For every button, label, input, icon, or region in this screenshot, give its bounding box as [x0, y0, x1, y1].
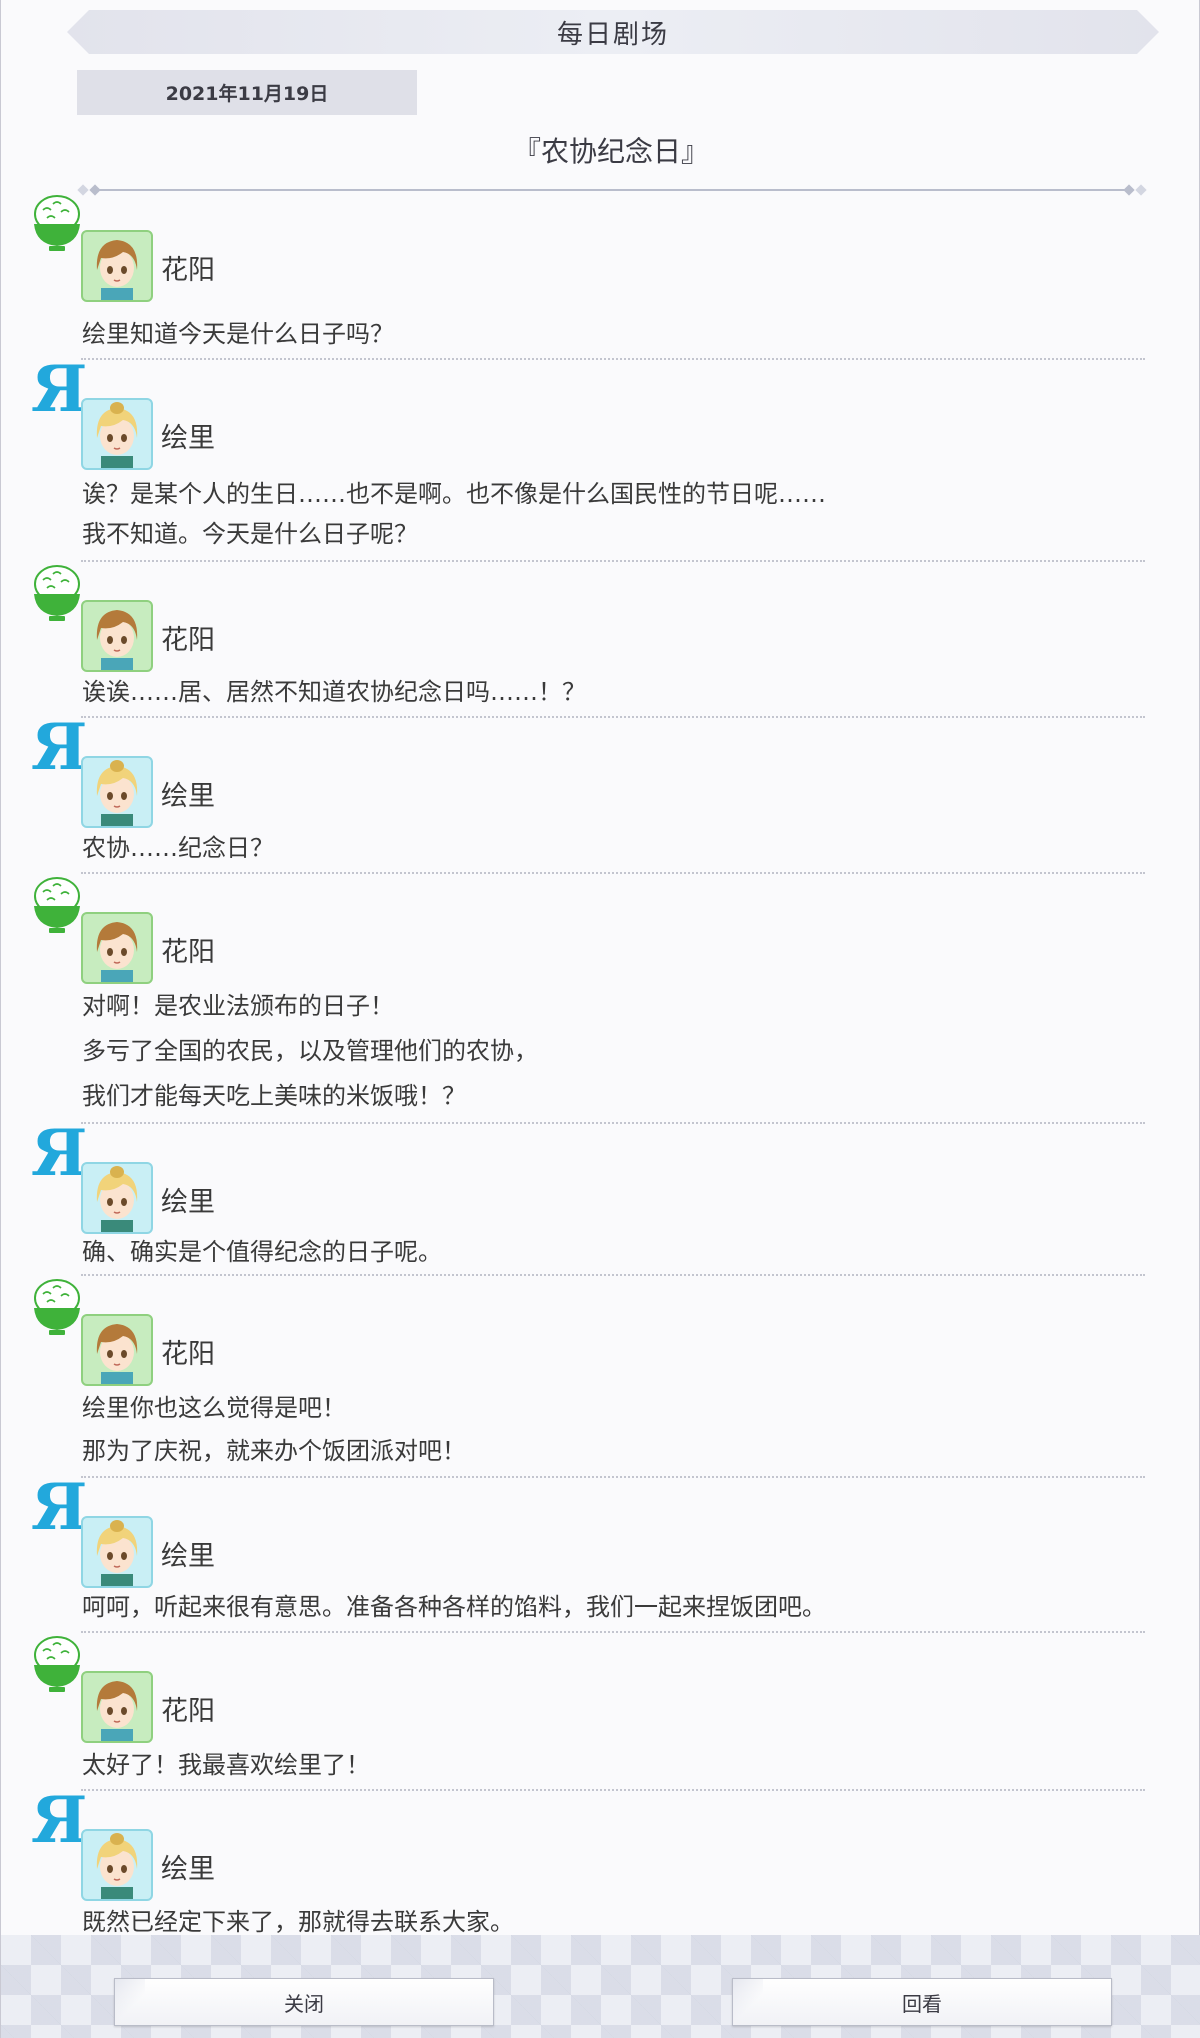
speaker-name: 花阳: [161, 625, 215, 656]
close-button[interactable]: 关闭: [114, 1978, 494, 2026]
hanayo-avatar: [81, 230, 153, 302]
message-line: 诶？是某个人的生日……也不是啊。也不像是什么国民性的节日呢……: [82, 480, 826, 508]
message-divider: [81, 716, 1145, 718]
hanayo-avatar: [81, 912, 153, 984]
header-banner: 每日剧场: [67, 10, 1159, 54]
eli-emblem-icon: Я: [31, 1783, 88, 1858]
message-line: 确、确实是个值得纪念的日子呢。: [82, 1238, 442, 1266]
message-divider: [81, 560, 1145, 562]
message-divider: [81, 1274, 1145, 1276]
eli-avatar: [81, 756, 153, 828]
message-line: 绘里知道今天是什么日子吗？: [82, 320, 394, 348]
message-line: 诶诶……居、居然不知道农协纪念日吗……！？: [82, 678, 586, 706]
eli-avatar: [81, 1162, 153, 1234]
message-divider: [81, 1631, 1145, 1633]
message-divider: [81, 1122, 1145, 1124]
speaker-name: 花阳: [161, 255, 215, 286]
hanayo-avatar: [81, 1314, 153, 1386]
message-line: 呵呵，听起来很有意思。准备各种各样的馅料，我们一起来捏饭团吧。: [82, 1593, 826, 1621]
rice-bowl-icon: [31, 872, 87, 936]
message-line: 既然已经定下来了，那就得去联系大家。: [82, 1908, 514, 1936]
eli-emblem-icon: Я: [31, 710, 88, 785]
speaker-name: 绘里: [161, 781, 215, 812]
date-label: 2021年11月19日: [77, 70, 417, 115]
rice-bowl-icon: [31, 190, 87, 254]
speaker-name: 花阳: [161, 1339, 215, 1370]
message-divider: [81, 872, 1145, 874]
message-line: 农协……纪念日？: [82, 834, 274, 862]
rice-bowl-icon: [31, 1274, 87, 1338]
message-line: 对啊！是农业法颁布的日子！: [82, 992, 394, 1020]
message-divider: [81, 358, 1145, 360]
speaker-name: 绘里: [161, 1854, 215, 1885]
message-line: 我们才能每天吃上美味的米饭哦！？: [82, 1082, 466, 1110]
speaker-name: 花阳: [161, 1696, 215, 1727]
eli-avatar: [81, 1829, 153, 1901]
eli-avatar: [81, 398, 153, 470]
rice-bowl-icon: [31, 1631, 87, 1695]
speaker-name: 绘里: [161, 1541, 215, 1572]
eli-emblem-icon: Я: [31, 352, 88, 427]
message-line: 绘里你也这么觉得是吧！: [82, 1394, 346, 1422]
title-divider: [77, 184, 1147, 196]
story-title: 『农协纪念日』: [512, 135, 709, 168]
daily-theater-window: 每日剧场 2021年11月19日 『农协纪念日』 花阳 绘里知道今天是什么日子吗？…: [0, 0, 1200, 2038]
message-line: 我不知道。今天是什么日子呢？: [82, 520, 418, 548]
replay-button[interactable]: 回看: [732, 1978, 1112, 2026]
speaker-name: 花阳: [161, 937, 215, 968]
message-line: 多亏了全国的农民，以及管理他们的农协，: [82, 1037, 538, 1065]
eli-emblem-icon: Я: [31, 1116, 88, 1191]
speaker-name: 绘里: [161, 1187, 215, 1218]
speaker-name: 绘里: [161, 423, 215, 454]
hanayo-avatar: [81, 600, 153, 672]
header-title: 每日剧场: [556, 19, 669, 50]
hanayo-avatar: [81, 1671, 153, 1743]
message-line: 那为了庆祝，就来办个饭团派对吧！: [82, 1437, 466, 1465]
eli-avatar: [81, 1516, 153, 1588]
message-divider: [81, 1476, 1145, 1478]
message-line: 太好了！我最喜欢绘里了！: [82, 1751, 370, 1779]
eli-emblem-icon: Я: [31, 1470, 88, 1545]
message-divider: [81, 1789, 1145, 1791]
rice-bowl-icon: [31, 560, 87, 624]
